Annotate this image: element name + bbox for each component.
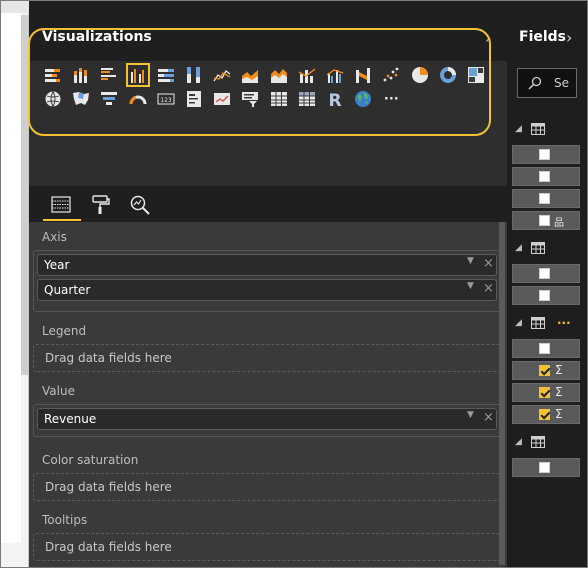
format-tab[interactable] — [86, 192, 114, 218]
field-checkbox-checked[interactable] — [539, 387, 550, 398]
field-checkbox[interactable] — [539, 290, 550, 301]
field-row[interactable] — [512, 189, 580, 208]
expand-table-icon[interactable]: ◢ — [515, 124, 522, 134]
axis-field-quarter[interactable]: Quarter ▼ × — [37, 279, 497, 301]
search-icon — [528, 76, 542, 90]
sigma-icon: Σ — [555, 407, 563, 421]
fields-search-input[interactable]: Se — [517, 68, 577, 98]
field-name: Revenue — [44, 412, 97, 426]
report-canvas-edge — [1, 1, 29, 567]
field-checkbox-checked[interactable] — [539, 365, 550, 376]
field-name: Quarter — [44, 283, 91, 297]
axis-field-year[interactable]: Year ▼ × — [37, 254, 497, 276]
tooltips-placeholder: Drag data fields here — [45, 540, 172, 554]
field-checkbox[interactable] — [539, 268, 550, 279]
visualizations-pane: Visualizations › 123 R ··· Axis Year ▼ ×… — [28, 1, 507, 567]
field-checkbox-checked[interactable] — [539, 409, 550, 420]
expand-table-icon[interactable]: ◢ — [515, 318, 522, 328]
field-checkbox[interactable] — [539, 171, 550, 182]
axis-well[interactable]: Year ▼ × Quarter ▼ × — [33, 250, 501, 312]
axis-well-label: Axis — [42, 230, 67, 244]
expand-table-icon[interactable]: ◢ — [515, 437, 522, 447]
fields-tab[interactable] — [47, 192, 75, 218]
field-row[interactable] — [512, 145, 580, 164]
color-saturation-well-label: Color saturation — [42, 453, 139, 467]
value-well[interactable]: Revenue ▼ × — [33, 404, 501, 437]
fields-well-icon — [51, 196, 71, 213]
dropdown-arrow-icon[interactable]: ▼ — [467, 256, 474, 266]
field-row[interactable] — [512, 339, 580, 358]
field-row[interactable] — [512, 458, 580, 477]
legend-placeholder: Drag data fields here — [45, 351, 172, 365]
field-row-measure-checked[interactable]: Σ — [512, 405, 580, 424]
pane-tab-bar — [29, 186, 507, 222]
field-row-measure-checked[interactable]: Σ — [512, 361, 580, 380]
collapse-fields-icon[interactable]: › — [566, 28, 572, 47]
table-icon — [531, 123, 545, 135]
field-name: Year — [44, 258, 70, 272]
legend-well-label: Legend — [42, 324, 87, 338]
fields-pane: Fields › Se ◢ 品 ◢ ◢ ... Σ Σ Σ ◢ — [507, 1, 587, 567]
table-3-selected-indicator: ... — [557, 313, 571, 327]
field-checkbox[interactable] — [539, 343, 550, 354]
field-checkbox[interactable] — [539, 149, 550, 160]
field-row[interactable] — [512, 167, 580, 186]
analytics-magnifier-icon — [130, 195, 150, 215]
hierarchy-icon: 品 — [554, 218, 564, 229]
sigma-icon: Σ — [555, 385, 563, 399]
tooltips-drop-zone[interactable]: Drag data fields here — [33, 533, 501, 561]
field-row[interactable] — [512, 286, 580, 305]
gallery-highlight-callout — [28, 28, 491, 136]
field-checkbox[interactable] — [539, 462, 550, 473]
table-icon — [531, 242, 545, 254]
tooltips-well-label: Tooltips — [42, 513, 88, 527]
dropdown-arrow-icon[interactable]: ▼ — [467, 410, 474, 420]
field-checkbox[interactable] — [539, 193, 550, 204]
legend-drop-zone[interactable]: Drag data fields here — [33, 344, 501, 372]
table-icon — [531, 436, 545, 448]
wells-scrollbar[interactable] — [499, 222, 505, 565]
fields-title: Fields — [519, 29, 567, 45]
field-row-hierarchy[interactable]: 品 — [512, 211, 580, 230]
canvas-top-bar — [1, 1, 29, 13]
table-icon — [531, 317, 545, 329]
active-tab-indicator — [43, 219, 81, 221]
paint-roller-icon — [92, 195, 110, 214]
remove-field-icon[interactable]: × — [483, 256, 494, 271]
canvas-scrollbar[interactable] — [21, 15, 28, 375]
value-well-label: Value — [42, 384, 75, 398]
search-placeholder: Se — [554, 76, 569, 90]
field-row-measure-checked[interactable]: Σ — [512, 383, 580, 402]
field-checkbox[interactable] — [539, 215, 550, 226]
expand-table-icon[interactable]: ◢ — [515, 243, 522, 253]
field-wells: Axis Year ▼ × Quarter ▼ × Legend Drag da… — [29, 222, 507, 567]
canvas-area[interactable] — [1, 13, 21, 543]
color-saturation-placeholder: Drag data fields here — [45, 480, 172, 494]
analytics-tab[interactable] — [126, 192, 154, 218]
sigma-icon: Σ — [555, 363, 563, 377]
color-saturation-drop-zone[interactable]: Drag data fields here — [33, 473, 501, 501]
field-row[interactable] — [512, 264, 580, 283]
remove-field-icon[interactable]: × — [483, 410, 494, 425]
remove-field-icon[interactable]: × — [483, 281, 494, 296]
dropdown-arrow-icon[interactable]: ▼ — [467, 281, 474, 291]
value-field-revenue[interactable]: Revenue ▼ × — [37, 408, 497, 430]
